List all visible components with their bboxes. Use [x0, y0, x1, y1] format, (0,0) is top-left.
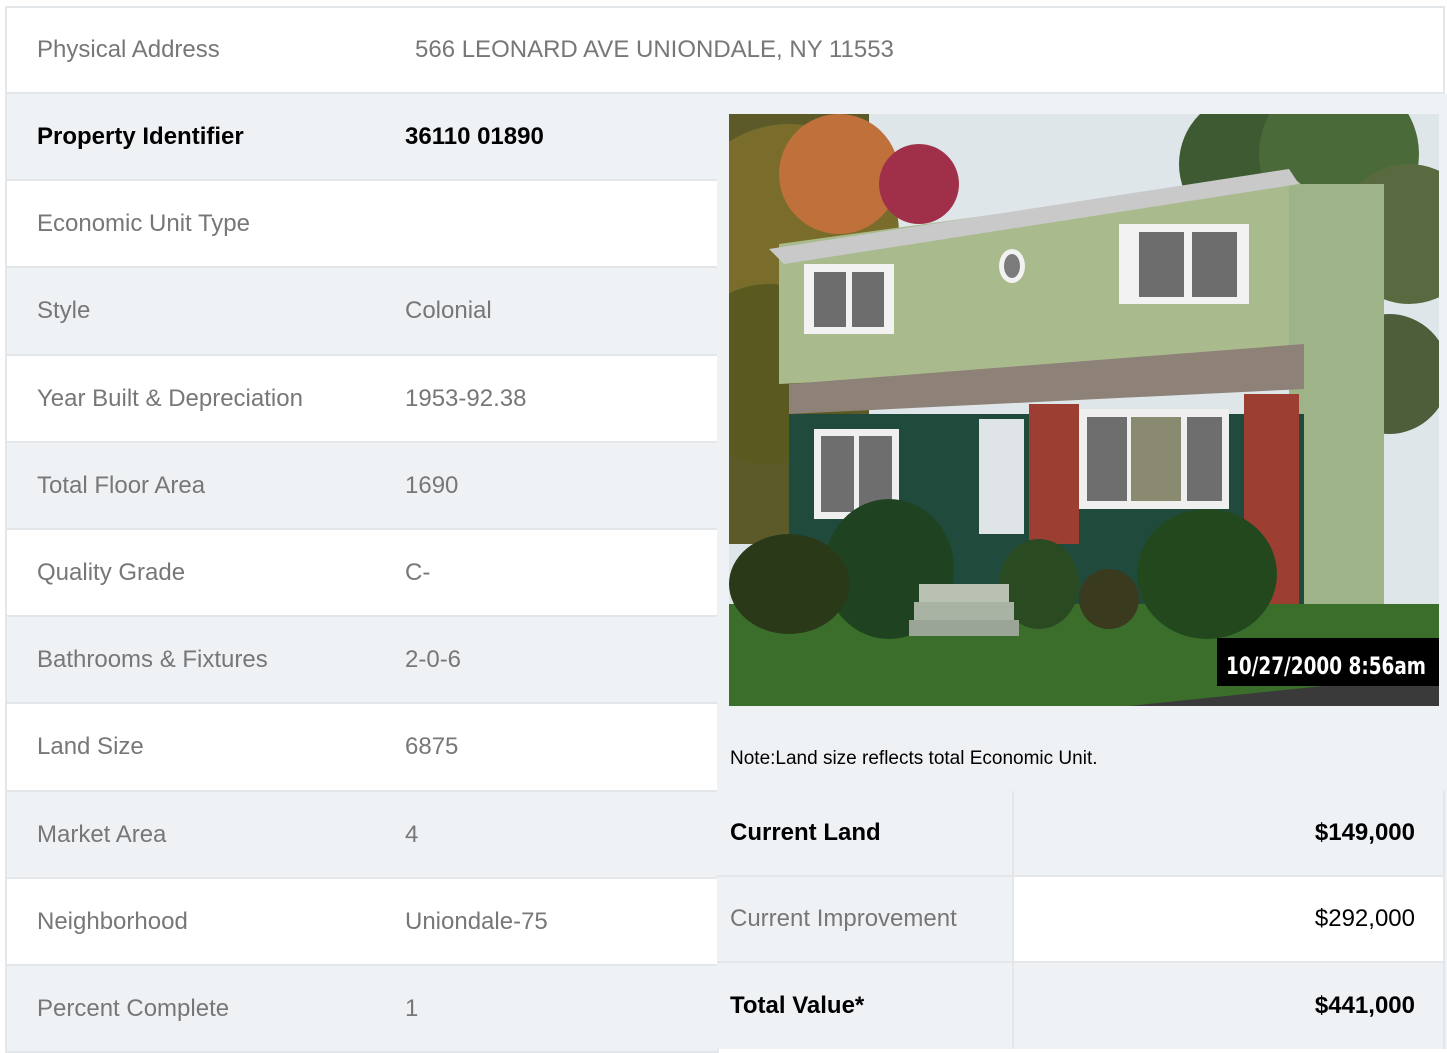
row-label-cell: Style — [5, 268, 377, 356]
row-value: 1953-92.38 — [405, 384, 527, 412]
row-value: 1 — [405, 994, 419, 1022]
row-value-cell: 6875 — [375, 704, 719, 792]
address-label: Physical Address — [37, 36, 220, 63]
valuation-value-cell: $149,000 — [1012, 791, 1445, 877]
row-value-cell: 4 — [375, 792, 719, 879]
row-label: Economic Unit Type — [37, 209, 250, 237]
row-value-cell: C- — [375, 530, 719, 617]
row-label: Bathrooms & Fixtures — [37, 645, 268, 673]
row-label: Percent Complete — [37, 994, 230, 1022]
row-value-cell: Uniondale-75 — [375, 879, 719, 966]
row-value-cell: 1953-92.38 — [375, 356, 719, 443]
valuation-value-cell: $292,000 — [1012, 877, 1445, 963]
row-label-cell: Land Size — [5, 704, 377, 792]
property-photo: 10/27/2000 8:56am — [729, 114, 1439, 706]
row-value: Uniondale-75 — [405, 907, 548, 935]
row-label: Land Size — [37, 733, 144, 760]
valuation-label: Total Value* — [730, 992, 865, 1019]
row-value: C- — [405, 558, 431, 586]
row-value-cell — [375, 181, 719, 268]
row-value: 36110 01890 — [405, 122, 544, 150]
row-value-cell: 36110 01890 — [375, 94, 719, 181]
row-label: Property Identifier — [37, 122, 244, 150]
row-label: Quality Grade — [37, 558, 186, 586]
row-value-cell: 1690 — [375, 443, 719, 530]
valuation-label: Current Improvement — [730, 905, 957, 932]
valuation-label-cell: Current Land — [717, 791, 1013, 877]
row-label-cell: Total Floor Area — [5, 443, 377, 530]
row-label: Market Area — [37, 820, 167, 848]
row-label: Style — [37, 297, 91, 324]
valuation-value: $149,000 — [1314, 819, 1415, 846]
row-label-cell: Neighborhood — [5, 879, 377, 966]
row-value-cell: Colonial — [375, 268, 719, 356]
address-value: 566 LEONARD AVE UNIONDALE, NY 11553 — [415, 36, 894, 63]
row-value-cell: 2-0-6 — [375, 617, 719, 704]
address-label-cell: Physical Address — [5, 6, 377, 94]
row-label: Neighborhood — [37, 907, 188, 935]
row-label-cell: Economic Unit Type — [5, 181, 377, 268]
photo-timestamp: 10/27/2000 8:56am — [1226, 652, 1426, 680]
valuation-value: $441,000 — [1314, 992, 1415, 1019]
property-record-page: Physical Address 566 LEONARD AVE UNIONDA… — [0, 0, 1447, 1053]
valuation-value: $292,000 — [1314, 905, 1415, 932]
address-value-cell: 566 LEONARD AVE UNIONDALE, NY 11553 — [375, 6, 1445, 94]
row-value: 2-0-6 — [405, 645, 462, 673]
row-label: Total Floor Area — [37, 471, 206, 499]
row-label-cell: Bathrooms & Fixtures — [5, 617, 377, 704]
house-image: 10/27/2000 8:56am — [729, 114, 1439, 706]
valuation-label-cell: Current Improvement — [717, 877, 1013, 963]
valuation-value-cell: $441,000 — [1012, 963, 1445, 1049]
valuation-label-cell: Total Value* — [717, 963, 1013, 1049]
land-size-note: Note:Land size reflects total Economic U… — [730, 748, 1098, 769]
row-value: Colonial — [405, 297, 492, 324]
row-label-cell: Percent Complete — [5, 966, 377, 1053]
row-value: 4 — [405, 820, 419, 848]
row-value: 6875 — [405, 733, 459, 760]
row-label: Year Built & Depreciation — [37, 384, 303, 412]
row-label-cell: Market Area — [5, 792, 377, 879]
row-value-cell: 1 — [375, 966, 719, 1053]
row-label-cell: Year Built & Depreciation — [5, 356, 377, 443]
row-label-cell: Quality Grade — [5, 530, 377, 617]
valuation-label: Current Land — [730, 819, 881, 846]
row-label-cell: Property Identifier — [5, 94, 377, 181]
row-value: 1690 — [405, 471, 459, 499]
